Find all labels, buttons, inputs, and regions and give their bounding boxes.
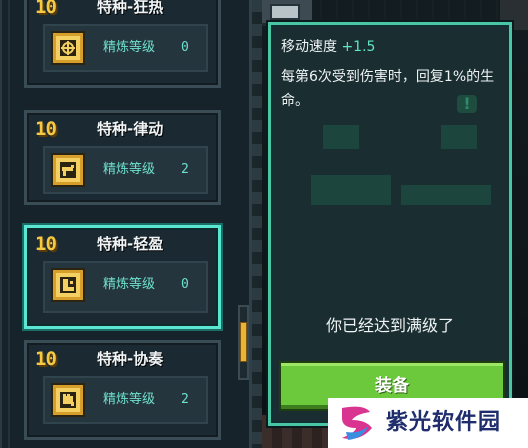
site-watermark: 紫光软件园 bbox=[328, 398, 528, 448]
talent-card-header: 10 特种-律动 bbox=[27, 113, 218, 147]
talent-card-body: 精炼等级 2 bbox=[43, 146, 208, 194]
faded-decoration bbox=[441, 125, 477, 149]
watermark-logo-icon bbox=[342, 406, 372, 440]
talent-detail-panel: 移动速度 +1.5 每第6次受到伤害时，回复1%的生命。 ! 你已经达到满级了 … bbox=[268, 22, 512, 426]
refine-level-value: 0 bbox=[181, 277, 189, 292]
talent-card-body: 精炼等级 0 bbox=[43, 261, 208, 313]
watermark-text: 紫光软件园 bbox=[386, 410, 502, 435]
refine-level-value: 0 bbox=[181, 40, 189, 55]
max-level-message: 你已经达到满级了 bbox=[325, 316, 454, 335]
talent-level-badge: 10 bbox=[35, 118, 57, 140]
talent-list-panel[interactable]: 10 特种-狂热 精炼等级 0 10 特种-律动 精炼等级 2 10 特种-轻盈 bbox=[0, 0, 252, 448]
faded-decoration bbox=[323, 125, 359, 149]
fist-chip-icon bbox=[51, 383, 85, 417]
talent-card-body: 精炼等级 2 bbox=[43, 376, 208, 424]
background-pillar bbox=[252, 0, 262, 448]
talent-card-lightfoot[interactable]: 10 特种-轻盈 精炼等级 0 bbox=[24, 225, 221, 329]
refine-level-label: 精炼等级 bbox=[103, 392, 156, 407]
talent-card-rhythm[interactable]: 10 特种-律动 精炼等级 2 bbox=[24, 110, 221, 205]
faded-decoration bbox=[401, 185, 491, 205]
talent-level-badge: 10 bbox=[35, 0, 57, 18]
list-scrollbar[interactable] bbox=[238, 305, 249, 380]
refine-level-label: 精炼等级 bbox=[103, 40, 156, 55]
talent-card-frenzy[interactable]: 10 特种-狂热 精炼等级 0 bbox=[24, 0, 221, 88]
crosshair-chip-icon bbox=[51, 31, 85, 65]
talent-name: 特种-协奏 bbox=[97, 350, 164, 368]
talent-level-badge: 10 bbox=[35, 348, 57, 370]
exclamation-icon: ! bbox=[457, 95, 477, 113]
panel-rail bbox=[8, 0, 10, 448]
refine-level-label: 精炼等级 bbox=[103, 162, 156, 177]
stat-bonus-line: 移动速度 +1.5 bbox=[281, 37, 375, 57]
talent-card-header: 10 特种-狂热 bbox=[27, 0, 218, 25]
stat-label: 移动速度 bbox=[281, 39, 337, 55]
talent-card-header: 10 特种-协奏 bbox=[27, 343, 218, 377]
stat-value: +1.5 bbox=[341, 39, 376, 55]
talent-name: 特种-轻盈 bbox=[97, 235, 164, 253]
talent-card-body: 精炼等级 0 bbox=[43, 24, 208, 72]
refine-level-value: 2 bbox=[181, 162, 189, 177]
scrollbar-thumb[interactable] bbox=[241, 323, 246, 361]
talent-level-badge: 10 bbox=[35, 233, 57, 255]
refine-level-value: 2 bbox=[181, 392, 189, 407]
boot-chip-icon bbox=[51, 268, 85, 302]
talent-name: 特种-律动 bbox=[97, 120, 164, 138]
refine-level-label: 精炼等级 bbox=[103, 277, 156, 292]
faded-decoration bbox=[311, 175, 391, 205]
talent-name: 特种-狂热 bbox=[97, 0, 164, 16]
talent-card-header: 10 特种-轻盈 bbox=[27, 228, 218, 262]
talent-card-concerto[interactable]: 10 特种-协奏 精炼等级 2 bbox=[24, 340, 221, 440]
gun-chip-icon bbox=[51, 153, 85, 187]
